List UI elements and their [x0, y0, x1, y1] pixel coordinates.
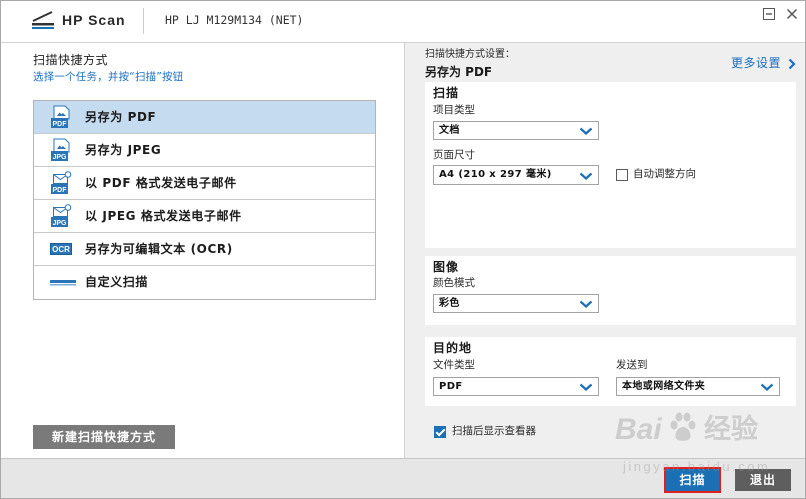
- settings-pane: 扫描快捷方式设置： 另存为 PDF 更多设置 扫描 项目类型 文档 页面尺寸 A…: [404, 43, 806, 458]
- more-settings-link[interactable]: 更多设置: [731, 55, 797, 72]
- send-to-label: 发送到: [616, 359, 648, 371]
- new-shortcut-button[interactable]: 新建扫描快捷方式: [33, 425, 175, 449]
- pdf-email-icon: PDF: [51, 171, 72, 194]
- item-type-value: 文档: [439, 125, 460, 136]
- settings-caption: 扫描快捷方式设置：: [425, 49, 515, 60]
- title-bar: HP Scan HP LJ M129M134 (NET): [0, 0, 806, 43]
- icon-label: OCR: [52, 245, 70, 254]
- shortcut-item-label: 以 PDF 格式发送电子邮件: [85, 176, 237, 190]
- color-mode-select[interactable]: 彩色: [433, 294, 599, 313]
- auto-orient-label: 自动调整方向: [633, 168, 696, 180]
- send-to-select[interactable]: 本地或网络文件夹: [616, 377, 780, 396]
- shortcut-item-label: 另存为 PDF: [85, 110, 157, 124]
- exit-button[interactable]: 退出: [735, 469, 791, 491]
- hp-scan-logo-icon: [32, 11, 54, 29]
- file-type-value: PDF: [439, 381, 463, 392]
- title-separator: [143, 8, 144, 34]
- item-type-select[interactable]: 文档: [433, 121, 599, 140]
- close-icon[interactable]: [785, 7, 799, 21]
- chevron-down-icon: [579, 172, 593, 180]
- scan-section-title: 扫描: [433, 86, 460, 100]
- shortcuts-title: 扫描快捷方式: [33, 53, 109, 67]
- chevron-right-icon: [788, 58, 796, 70]
- destination-section: 目的地 文件类型 发送到 PDF 本地或网络文件夹: [425, 337, 796, 406]
- pdf-document-icon: PDF: [51, 105, 70, 128]
- color-mode-value: 彩色: [439, 298, 460, 309]
- shortcuts-hint: 选择一个任务，并按“扫描”按钮: [33, 71, 184, 83]
- send-to-value: 本地或网络文件夹: [622, 381, 706, 392]
- shortcut-item-label: 自定义扫描: [85, 275, 149, 289]
- shortcut-list: PDF 另存为 PDF JPG 另存为 JPEG PDF 以 PDF 格式发送电…: [33, 100, 376, 300]
- destination-section-title: 目的地: [433, 341, 473, 355]
- ocr-icon: OCR: [50, 243, 72, 255]
- shortcut-item-label: 另存为可编辑文本 (OCR): [85, 242, 233, 256]
- more-settings-label: 更多设置: [731, 56, 782, 70]
- scan-button[interactable]: 扫描: [666, 469, 719, 491]
- chevron-down-icon: [760, 383, 774, 391]
- image-section-title: 图像: [433, 260, 460, 274]
- color-mode-label: 颜色模式: [433, 277, 475, 289]
- file-type-label: 文件类型: [433, 359, 475, 371]
- shortcut-item-custom-scan[interactable]: 自定义扫描: [34, 266, 375, 299]
- chevron-down-icon: [579, 300, 593, 308]
- auto-orient-checkbox[interactable]: [616, 169, 628, 181]
- shortcut-item-ocr[interactable]: OCR 另存为可编辑文本 (OCR): [34, 233, 375, 266]
- current-shortcut-name: 另存为 PDF: [425, 65, 493, 79]
- icon-label: PDF: [53, 187, 68, 194]
- minimize-icon[interactable]: [762, 7, 776, 21]
- scan-section: 扫描 项目类型 文档 页面尺寸 A4 (210 x 297 毫米) 自动调整方向: [425, 82, 796, 248]
- image-section: 图像 颜色模式 彩色: [425, 256, 796, 325]
- page-size-select[interactable]: A4 (210 x 297 毫米): [433, 165, 599, 185]
- item-type-label: 项目类型: [433, 104, 475, 116]
- show-viewer-label: 扫描后显示查看器: [452, 425, 536, 437]
- shortcuts-pane: 扫描快捷方式 选择一个任务，并按“扫描”按钮 PDF 另存为 PDF JPG 另…: [0, 43, 404, 458]
- custom-scan-icon: [50, 280, 76, 286]
- icon-label: JPG: [52, 220, 67, 227]
- page-size-value: A4 (210 x 297 毫米): [439, 169, 552, 180]
- shortcut-item-label: 另存为 JPEG: [85, 143, 162, 157]
- chevron-down-icon: [579, 383, 593, 391]
- page-size-label: 页面尺寸: [433, 149, 475, 161]
- file-type-select[interactable]: PDF: [433, 377, 599, 396]
- shortcut-item-email-jpeg[interactable]: JPG 以 JPEG 格式发送电子邮件: [34, 200, 375, 233]
- icon-label: PDF: [53, 121, 68, 128]
- shortcut-item-email-pdf[interactable]: PDF 以 PDF 格式发送电子邮件: [34, 167, 375, 200]
- show-viewer-checkbox[interactable]: [434, 426, 446, 438]
- shortcut-item-save-pdf[interactable]: PDF 另存为 PDF: [34, 101, 375, 134]
- footer-bar: 扫描 退出: [0, 458, 806, 499]
- app-name: HP Scan: [62, 12, 126, 28]
- device-name: HP LJ M129M134 (NET): [165, 13, 304, 27]
- shortcut-item-label: 以 JPEG 格式发送电子邮件: [85, 209, 242, 223]
- chevron-down-icon: [579, 127, 593, 135]
- icon-label: JPG: [52, 154, 67, 161]
- jpeg-email-icon: JPG: [51, 204, 72, 227]
- jpeg-document-icon: JPG: [51, 138, 70, 161]
- shortcut-item-save-jpeg[interactable]: JPG 另存为 JPEG: [34, 134, 375, 167]
